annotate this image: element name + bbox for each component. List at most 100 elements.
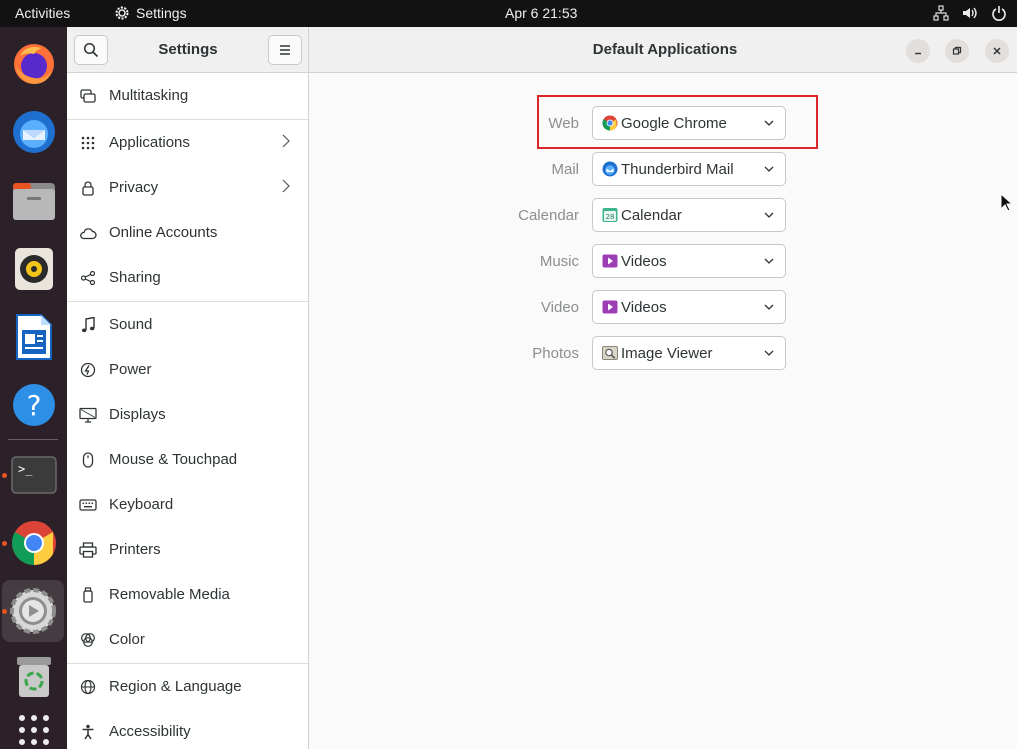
sidebar-item-label: Keyboard xyxy=(109,496,174,513)
sidebar-item-label: Privacy xyxy=(109,179,159,196)
dock-files[interactable] xyxy=(0,170,67,232)
sidebar-item-label: Applications xyxy=(109,134,190,151)
sidebar-item-region-language[interactable]: Region & Language xyxy=(67,664,308,709)
sidebar-item-label: Multitasking xyxy=(109,87,189,104)
clock[interactable]: Apr 6 21:53 xyxy=(505,5,577,21)
chrome-icon xyxy=(11,521,56,565)
writer-icon xyxy=(15,314,52,360)
svg-text:28: 28 xyxy=(606,213,615,221)
gear-icon xyxy=(115,6,129,20)
videos-icon xyxy=(602,299,618,315)
accessibility-icon xyxy=(79,723,97,741)
dock-terminal[interactable]: >_ xyxy=(0,444,67,506)
usb-icon xyxy=(79,586,97,604)
app-menu[interactable]: Settings xyxy=(114,5,187,21)
sidebar-item-sharing[interactable]: Sharing xyxy=(67,255,308,300)
sidebar-item-label: Region & Language xyxy=(109,678,242,695)
sidebar-item-label: Color xyxy=(109,631,145,648)
image-viewer-icon xyxy=(602,345,618,361)
network-icon[interactable] xyxy=(932,4,949,21)
rhythmbox-icon xyxy=(14,248,53,290)
sidebar-item-multitasking[interactable]: Multitasking xyxy=(67,73,308,118)
mail-app-dropdown[interactable]: Thunderbird Mail xyxy=(592,152,786,186)
multitasking-icon xyxy=(79,87,97,105)
sidebar-item-power[interactable]: Power xyxy=(67,347,308,392)
restore-icon xyxy=(952,46,962,55)
dock-help[interactable]: ? xyxy=(0,374,67,436)
top-bar: Activities Settings Apr 6 21:53 xyxy=(0,0,1017,27)
sidebar-item-removable-media[interactable]: Removable Media xyxy=(67,572,308,617)
chevron-right-icon xyxy=(282,179,290,197)
sidebar-item-label: Sound xyxy=(109,316,153,333)
default-applications-panel: Web Google Chrome Mail Thunderbird Mail … xyxy=(310,74,1017,749)
web-app-value: Google Chrome xyxy=(621,114,727,132)
sidebar-item-label: Power xyxy=(109,361,152,378)
videos-icon xyxy=(602,253,618,269)
running-indicator xyxy=(2,609,7,614)
close-button[interactable] xyxy=(985,39,1009,63)
music-label: Music xyxy=(539,253,579,270)
dock-writer[interactable] xyxy=(0,306,67,368)
main-menu-button[interactable] xyxy=(268,35,302,65)
dock-rhythmbox[interactable] xyxy=(0,238,67,300)
chrome-icon xyxy=(602,115,618,131)
applications-icon xyxy=(79,134,97,152)
photos-app-dropdown[interactable]: Image Viewer xyxy=(592,336,786,370)
maximize-button[interactable] xyxy=(945,39,969,63)
music-app-dropdown[interactable]: Videos xyxy=(592,244,786,278)
share-icon xyxy=(79,269,97,287)
calendar-app-dropdown[interactable]: 28 Calendar xyxy=(592,198,786,232)
sidebar-item-label: Sharing xyxy=(109,269,161,286)
dock-show-apps[interactable] xyxy=(0,699,67,749)
mail-label: Mail xyxy=(551,161,579,178)
sidebar-item-displays[interactable]: Displays xyxy=(67,392,308,437)
dock-chrome[interactable] xyxy=(0,512,67,574)
dock-firefox[interactable] xyxy=(0,33,67,95)
sidebar-item-keyboard[interactable]: Keyboard xyxy=(67,482,308,527)
firefox-icon xyxy=(13,44,54,84)
sidebar-item-sound[interactable]: Sound xyxy=(67,302,308,347)
system-tray[interactable] xyxy=(932,4,1007,21)
cloud-icon xyxy=(79,224,97,242)
keyboard-icon xyxy=(79,496,97,514)
files-icon xyxy=(12,183,55,220)
sidebar-item-label: Printers xyxy=(109,541,161,558)
app-name: Settings xyxy=(136,5,187,21)
sidebar-item-mouse-touchpad[interactable]: Mouse & Touchpad xyxy=(67,437,308,482)
sidebar-item-applications[interactable]: Applications xyxy=(67,120,308,165)
printer-icon xyxy=(79,541,97,559)
sidebar-item-printers[interactable]: Printers xyxy=(67,527,308,572)
video-label: Video xyxy=(540,299,579,316)
svg-text:?: ? xyxy=(26,389,41,422)
power-icon[interactable] xyxy=(990,4,1007,21)
minimize-button[interactable] xyxy=(906,39,930,63)
volume-icon[interactable] xyxy=(961,4,978,21)
chevron-down-icon xyxy=(763,208,775,225)
globe-icon xyxy=(79,678,97,696)
activities-button[interactable]: Activities xyxy=(15,5,70,21)
chevron-down-icon xyxy=(763,116,775,133)
sidebar-item-label: Mouse & Touchpad xyxy=(109,451,238,468)
running-indicator xyxy=(2,541,7,546)
mail-app-value: Thunderbird Mail xyxy=(621,160,734,178)
dock: ? >_ xyxy=(0,27,67,749)
sidebar-item-color[interactable]: Color xyxy=(67,617,308,662)
sidebar-item-label: Displays xyxy=(109,406,166,423)
hamburger-icon xyxy=(280,45,290,55)
mouse-icon xyxy=(79,451,97,469)
sidebar-item-online-accounts[interactable]: Online Accounts xyxy=(67,210,308,255)
web-app-dropdown[interactable]: Google Chrome xyxy=(592,106,786,140)
app-grid-icon xyxy=(18,715,49,745)
sidebar-item-privacy[interactable]: Privacy xyxy=(67,165,308,210)
terminal-icon: >_ xyxy=(10,456,57,494)
display-icon xyxy=(79,406,97,424)
sidebar-item-label: Online Accounts xyxy=(109,224,218,241)
dock-thunderbird[interactable] xyxy=(0,101,67,163)
help-icon: ? xyxy=(12,384,55,426)
minimize-icon xyxy=(915,52,921,55)
sidebar-item-accessibility[interactable]: Accessibility xyxy=(67,709,308,749)
music-app-value: Videos xyxy=(621,252,667,270)
dock-settings[interactable] xyxy=(2,580,64,642)
lock-icon xyxy=(79,179,97,197)
video-app-dropdown[interactable]: Videos xyxy=(592,290,786,324)
